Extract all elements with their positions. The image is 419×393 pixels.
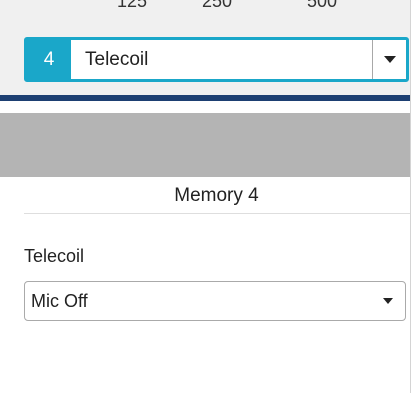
chevron-down-icon bbox=[383, 298, 393, 304]
telecoil-select-value: Mic Off bbox=[31, 290, 88, 311]
memory-number-badge: 4 bbox=[27, 40, 71, 79]
memory-dropdown-button[interactable] bbox=[372, 40, 406, 79]
memory-program-label: Telecoil bbox=[85, 48, 149, 70]
section-divider bbox=[24, 213, 410, 214]
telecoil-field-label: Telecoil bbox=[24, 246, 85, 266]
frequency-axis: 125 250 500 bbox=[0, 0, 410, 14]
placeholder-band bbox=[0, 113, 410, 177]
frequency-tick-label: 500 bbox=[307, 0, 338, 11]
app-frame: 125 250 500 4 Telecoil Memory 4 Telecoil… bbox=[0, 0, 419, 393]
panel-right-border bbox=[410, 0, 411, 393]
chevron-down-icon bbox=[383, 56, 396, 63]
frequency-tick-label: 125 bbox=[117, 0, 148, 11]
telecoil-select[interactable]: Mic Off bbox=[24, 281, 406, 321]
spacer bbox=[0, 101, 410, 113]
frequency-tick-label: 250 bbox=[202, 0, 233, 11]
memory-selector-dropdown[interactable]: 4 Telecoil bbox=[24, 37, 409, 82]
memory-header-panel: 125 250 500 4 Telecoil bbox=[0, 0, 410, 95]
memory-section-title: Memory 4 bbox=[174, 185, 259, 206]
